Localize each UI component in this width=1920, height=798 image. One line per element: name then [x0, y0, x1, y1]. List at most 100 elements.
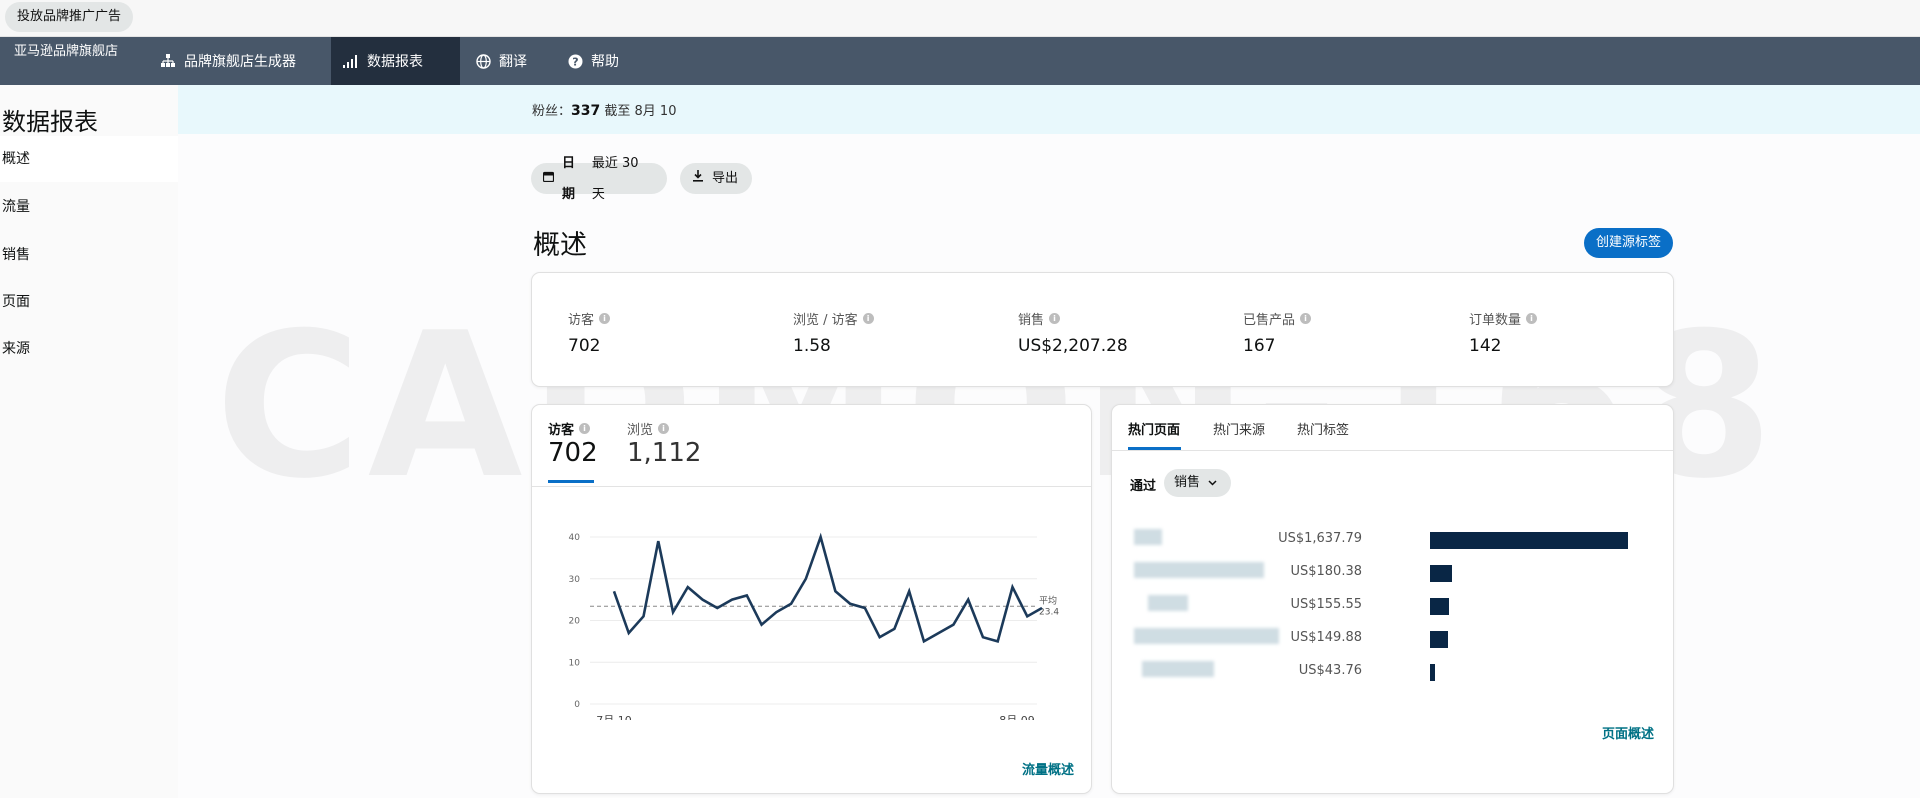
page-name-blurred: [1134, 529, 1162, 545]
average-label: 平均: [1039, 594, 1057, 606]
tab-top-sources[interactable]: 热门来源: [1213, 419, 1265, 438]
metric-value: US$2,207.28: [1018, 336, 1128, 356]
page-bar: [1430, 598, 1449, 615]
info-icon[interactable]: i: [1526, 313, 1538, 324]
nav-store-builder[interactable]: 品牌旗舰店生成器: [148, 37, 308, 85]
metric-visitors: 访客 i 702: [568, 309, 611, 356]
sidebar-item-pages[interactable]: 页面: [0, 279, 178, 325]
sidebar-title: 数据报表: [2, 108, 98, 136]
page-bar: [1430, 664, 1436, 681]
list-item[interactable]: US$155.55: [1112, 595, 1672, 615]
metric-select[interactable]: 销售: [1164, 469, 1232, 497]
sidebar: 数据报表 概述 流量 销售 页面 来源: [0, 85, 178, 798]
metric-label: 销售: [1018, 313, 1045, 328]
metric-label: 已售产品: [1243, 313, 1296, 328]
visitors-series-line: [612, 532, 1043, 644]
x-tick-label: 7月 10: [596, 714, 632, 720]
page-bar: [1430, 631, 1449, 648]
nav-translate[interactable]: 翻译: [464, 37, 539, 85]
tab-top-tags[interactable]: 热门标签: [1297, 419, 1349, 438]
create-source-tag-button[interactable]: 创建源标签: [1584, 228, 1673, 258]
page-value: US$1,637.79: [1278, 531, 1362, 546]
sidebar-item-traffic[interactable]: 流量: [0, 184, 178, 230]
tab-label: 访客: [548, 423, 575, 438]
metric-label: 浏览 / 访客: [793, 313, 858, 328]
nav-label: 品牌旗舰店生成器: [184, 54, 296, 70]
info-icon[interactable]: i: [579, 423, 591, 434]
nav-help[interactable]: ? 帮助: [556, 37, 631, 85]
page-bar: [1430, 565, 1452, 582]
list-item[interactable]: US$1,637.79: [1112, 529, 1672, 549]
page-value: US$149.88: [1290, 630, 1362, 645]
followers-bar: 粉丝：337 截至 8月 10: [178, 85, 1920, 134]
brand-title[interactable]: 亚马逊品牌旗舰店: [4, 43, 128, 61]
traffic-overview-link[interactable]: 流量概述: [1022, 759, 1074, 778]
nav-reports[interactable]: 数据报表: [331, 37, 460, 85]
tab-label: 浏览: [627, 423, 654, 438]
export-label: 导出: [712, 171, 739, 186]
tab-active-indicator: [548, 480, 594, 483]
chevron-down-icon: [1208, 469, 1217, 497]
info-icon[interactable]: i: [862, 313, 874, 324]
tab-top-pages[interactable]: 热门页面: [1128, 419, 1180, 438]
metrics-card: 访客 i 702 浏览 / 访客 i 1.58 销售 i US$2,207.28 已售…: [531, 272, 1674, 387]
date-range-button[interactable]: 日期 最近 30 天: [531, 156, 667, 202]
page-name-blurred: [1134, 562, 1264, 578]
top-nav: 亚马逊品牌旗舰店 品牌旗舰店生成器 数据报表 翻译 ? 帮助: [0, 37, 1920, 85]
nav-label: 帮助: [591, 54, 619, 70]
nav-label: 翻译: [499, 54, 527, 70]
tab-views[interactable]: 浏览 i: [627, 419, 670, 438]
metric-value: 167: [1243, 336, 1276, 356]
page-value: US$155.55: [1290, 597, 1362, 612]
followers-date: 截至 8月 10: [604, 104, 677, 119]
divider: [1112, 450, 1673, 451]
top-pages-list: US$1,637.79 US$180.38 US$155.55 US$149.8…: [1112, 529, 1673, 681]
info-icon[interactable]: i: [658, 423, 670, 434]
top-pages-card: 热门页面 热门来源 热门标签 通过 销售 US$1,637.79 US$180.…: [1111, 404, 1674, 794]
export-button[interactable]: 导出: [680, 163, 752, 194]
info-icon[interactable]: i: [599, 313, 611, 324]
bar-signal-icon: [343, 54, 359, 68]
list-item[interactable]: US$149.88: [1112, 628, 1672, 648]
followers-label: 粉丝：: [532, 104, 572, 119]
page-name-blurred: [1142, 661, 1214, 677]
followers-text: 粉丝：337 截至 8月 10: [532, 100, 676, 119]
sitemap-icon: [160, 54, 176, 68]
y-tick-label: 20: [569, 617, 581, 627]
y-tick-label: 40: [569, 533, 581, 543]
list-item[interactable]: US$43.76: [1112, 661, 1672, 681]
help-icon: ?: [568, 54, 583, 69]
top-strip: 投放品牌推广广告: [0, 0, 1920, 37]
metric-units-sold: 已售产品 i 167: [1243, 309, 1312, 356]
page-title: 概述: [533, 230, 587, 261]
pages-overview-link[interactable]: 页面概述: [1602, 723, 1654, 742]
metric-value: 142: [1469, 336, 1502, 356]
info-icon[interactable]: i: [1049, 313, 1061, 324]
page-name-blurred: [1148, 595, 1188, 611]
sidebar-item-overview[interactable]: 概述: [0, 136, 178, 182]
metric-label: 订单数量: [1469, 313, 1522, 328]
y-tick-label: 0: [574, 700, 580, 710]
globe-icon: [476, 53, 491, 69]
date-value: 最近 30 天: [591, 155, 639, 202]
tab-visitors[interactable]: 访客 i: [548, 419, 591, 438]
x-tick-label: 8月 09: [999, 714, 1035, 720]
by-label: 通过: [1130, 479, 1157, 494]
metric-sales: 销售 i US$2,207.28: [1018, 309, 1128, 356]
metric-views-per-visitor: 浏览 / 访客 i 1.58: [793, 309, 874, 356]
views-total: 1,112: [627, 438, 702, 468]
sidebar-item-sales[interactable]: 销售: [0, 232, 178, 278]
sidebar-item-sources[interactable]: 来源: [0, 326, 178, 372]
page-bar: [1430, 532, 1628, 549]
traffic-card: 访客i 702 浏览i 1,112 010203040平均23.47月 108月…: [531, 404, 1092, 794]
page-value: US$43.76: [1298, 663, 1362, 678]
sponsored-brand-ad-button[interactable]: 投放品牌推广广告: [5, 2, 134, 32]
nav-label: 数据报表: [367, 54, 423, 70]
info-icon[interactable]: i: [1300, 313, 1312, 324]
y-tick-label: 10: [569, 658, 581, 668]
list-item[interactable]: US$180.38: [1112, 562, 1672, 582]
metric-value: 702: [568, 336, 601, 356]
svg-text:?: ?: [572, 55, 578, 68]
page-value: US$180.38: [1290, 564, 1362, 579]
page-name-blurred: [1134, 628, 1279, 644]
